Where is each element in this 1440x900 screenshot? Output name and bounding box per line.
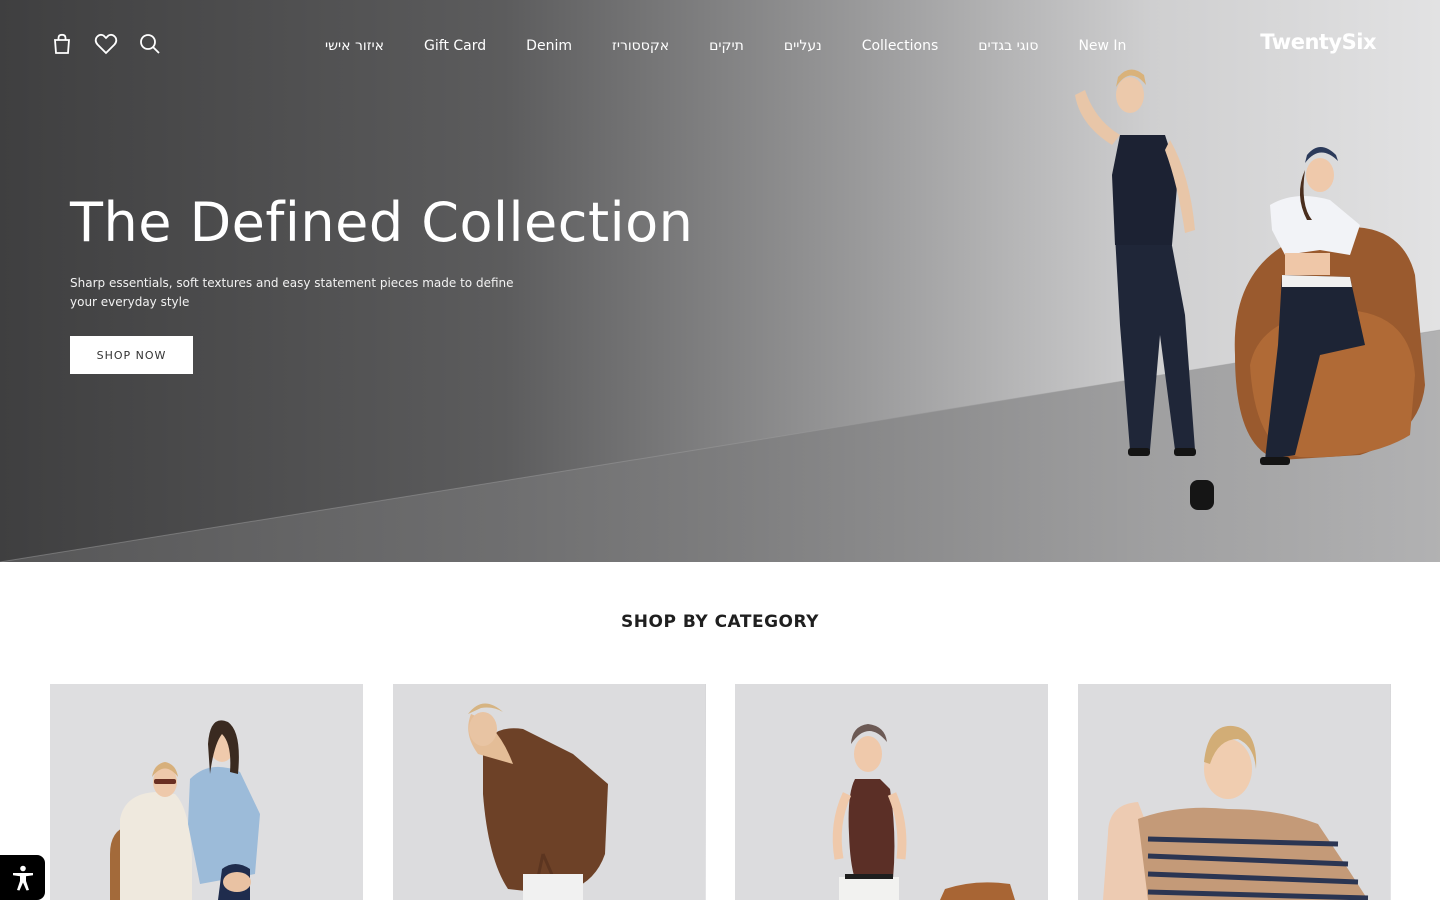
- category-card[interactable]: [50, 684, 363, 900]
- main-nav: איזור אישי Gift Card Denim אקססוריז תיקי…: [325, 36, 1126, 56]
- header-icons: [50, 30, 162, 58]
- hero-content: The Defined Collection Sharp essentials,…: [70, 190, 770, 374]
- models-image: [1075, 69, 1425, 510]
- nav-item-personal-area[interactable]: איזור אישי: [325, 36, 384, 56]
- nav-item-collections[interactable]: Collections: [862, 36, 939, 56]
- shop-now-button[interactable]: SHOP NOW: [70, 336, 193, 374]
- category-grid: [50, 684, 1391, 900]
- accessibility-icon: [12, 865, 33, 890]
- category-card[interactable]: [735, 684, 1048, 900]
- nav-item-gift-card[interactable]: Gift Card: [424, 36, 486, 56]
- hero-title: The Defined Collection: [70, 191, 694, 254]
- nav-item-denim[interactable]: Denim: [526, 36, 572, 56]
- nav-item-accessories[interactable]: אקססוריז: [612, 36, 669, 56]
- category-image: [735, 684, 1048, 900]
- hero-banner[interactable]: איזור אישי Gift Card Denim אקססוריז תיקי…: [0, 0, 1440, 562]
- nav-item-clothing-types[interactable]: סוגי בגדים: [978, 36, 1038, 56]
- nav-item-new-in[interactable]: New In: [1078, 36, 1126, 56]
- category-image: [50, 684, 363, 900]
- search-icon[interactable]: [138, 30, 162, 58]
- category-image: [393, 684, 705, 900]
- site-header: איזור אישי Gift Card Denim אקססוריז תיקי…: [0, 0, 1440, 92]
- cart-icon[interactable]: [50, 30, 74, 58]
- accessibility-button[interactable]: [0, 855, 45, 900]
- site-logo[interactable]: TwentySix: [1260, 30, 1376, 54]
- nav-item-bags[interactable]: תיקים: [709, 36, 744, 56]
- category-image: [1078, 684, 1390, 900]
- nav-item-shoes[interactable]: נעליים: [784, 36, 822, 56]
- section-title: SHOP BY CATEGORY: [621, 612, 819, 632]
- hero-subtitle: Sharp essentials, soft textures and easy…: [70, 276, 514, 309]
- category-card[interactable]: [1078, 684, 1391, 900]
- category-card[interactable]: [393, 684, 706, 900]
- heart-icon[interactable]: [94, 30, 118, 58]
